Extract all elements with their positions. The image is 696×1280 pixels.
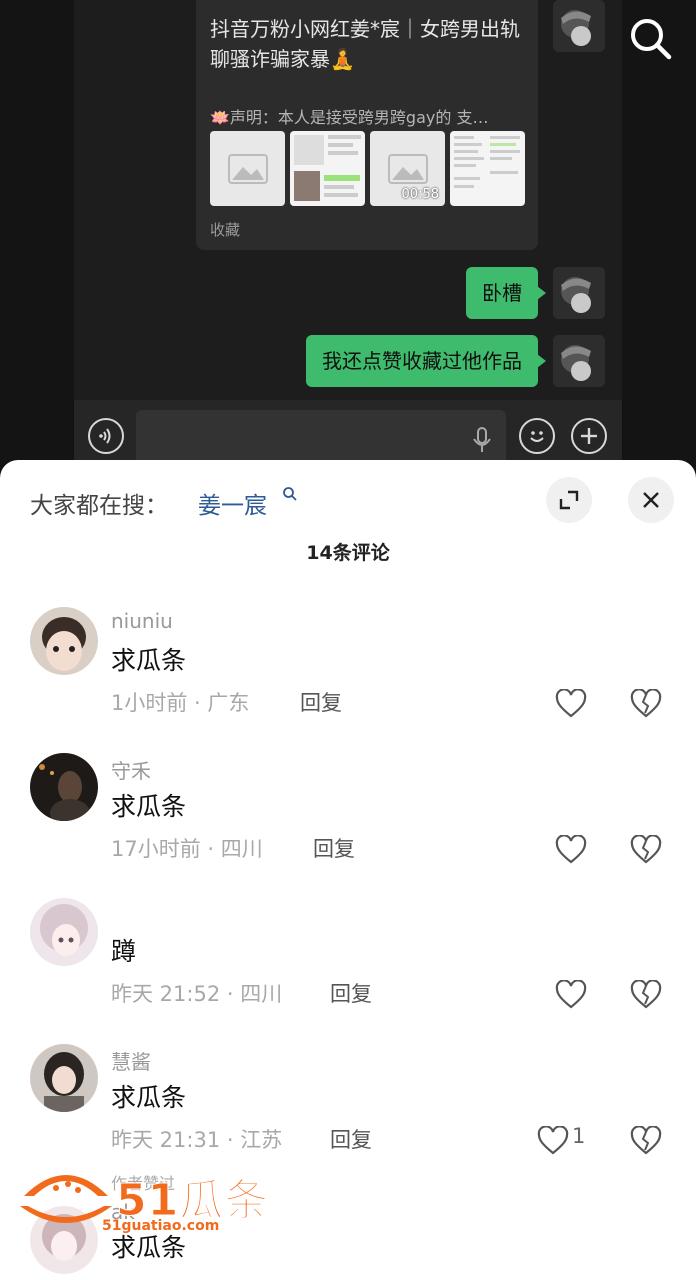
comment-text: 求瓜条 <box>111 792 187 821</box>
comment-location: 四川 <box>220 837 263 861</box>
trending-search-label: 大家都在搜： <box>30 493 168 519</box>
reply-button[interactable]: 回复 <box>330 1124 372 1154</box>
emoji-icon[interactable] <box>519 418 555 454</box>
comment-location: 江苏 <box>240 1128 283 1152</box>
like-icon[interactable] <box>555 689 587 719</box>
like-icon[interactable] <box>555 835 587 865</box>
dislike-icon[interactable] <box>630 1126 662 1156</box>
like-icon[interactable] <box>537 1126 569 1156</box>
sender-avatar[interactable] <box>553 335 605 387</box>
comment-username[interactable]: 慧酱 <box>111 1046 151 1075</box>
screenshot-thumbnail[interactable] <box>450 131 525 206</box>
share-card-title: 抖音万粉小网红姜*宸｜女跨男出轨聊骚诈骗家暴🧘 <box>210 17 520 71</box>
comment-time: 昨天 21:52 <box>111 982 221 1006</box>
dislike-icon[interactable] <box>630 835 662 865</box>
like-count: 1 <box>572 1124 586 1148</box>
search-icon[interactable] <box>282 486 298 502</box>
comment-username[interactable]: niuniu <box>111 609 173 633</box>
screenshot-thumbnail[interactable] <box>290 131 365 206</box>
image-placeholder-icon[interactable] <box>210 131 285 206</box>
avatar[interactable] <box>30 898 98 966</box>
share-card-description: 🪷声明：本人是接受跨男跨gay的 支… <box>210 108 489 127</box>
like-icon[interactable] <box>555 980 587 1010</box>
comment-meta: 17小时前 · 四川 <box>111 837 263 861</box>
expand-icon[interactable] <box>546 477 592 523</box>
chat-message-bubble[interactable]: 卧槽 <box>466 267 546 319</box>
avatar[interactable] <box>30 607 98 675</box>
comment-text: 求瓜条 <box>111 646 187 675</box>
voice-mode-icon[interactable] <box>88 418 124 454</box>
comment-meta: 昨天 21:31 · 江苏 <box>111 1128 283 1152</box>
comment-username[interactable]: 守禾 <box>111 755 151 784</box>
chat-background: 抖音万粉小网红姜*宸｜女跨男出轨聊骚诈骗家暴🧘 🪷声明：本人是接受跨男跨gay的… <box>0 0 696 470</box>
watermark-url: 51guatiao.com <box>102 1218 220 1234</box>
reply-button[interactable]: 回复 <box>300 687 342 717</box>
comment-meta: 昨天 21:52 · 四川 <box>111 982 283 1006</box>
share-card-thumbnails: 00:58 <box>210 131 525 206</box>
add-more-icon[interactable] <box>571 418 607 454</box>
comment-item: niuniu 求瓜条 1小时前 · 广东 回复 <box>0 607 696 752</box>
reply-button[interactable]: 回复 <box>330 978 372 1008</box>
dislike-icon[interactable] <box>630 689 662 719</box>
comment-location: 广东 <box>207 691 250 715</box>
avatar[interactable] <box>30 753 98 821</box>
site-watermark: 51瓜条 51guatiao.com <box>20 1160 290 1240</box>
microphone-icon[interactable] <box>472 427 492 453</box>
comment-item: 守禾 求瓜条 17小时前 · 四川 回复 <box>0 753 696 898</box>
comment-time: 17小时前 <box>111 837 201 861</box>
comment-text: 蹲 <box>111 937 137 966</box>
search-icon[interactable] <box>628 16 674 62</box>
comment-time: 昨天 21:31 <box>111 1128 221 1152</box>
avatar[interactable] <box>30 1044 98 1112</box>
comment-meta: 1小时前 · 广东 <box>111 691 250 715</box>
comment-count: 14条评论 <box>306 542 390 564</box>
reply-button[interactable]: 回复 <box>313 833 355 863</box>
video-thumbnail[interactable]: 00:58 <box>370 131 445 206</box>
shared-collection-card[interactable]: 抖音万粉小网红姜*宸｜女跨男出轨聊骚诈骗家暴🧘 🪷声明：本人是接受跨男跨gay的… <box>196 0 538 250</box>
chat-message-bubble[interactable]: 我还点赞收藏过他作品 <box>306 335 546 387</box>
comment-time: 1小时前 <box>111 691 188 715</box>
dislike-icon[interactable] <box>630 980 662 1010</box>
close-icon[interactable] <box>628 477 674 523</box>
video-duration: 00:58 <box>401 187 439 202</box>
comment-sheet: 大家都在搜： 姜一宸 14条评论 niuniu 求瓜条 1小时前 · 广东 回复… <box>0 460 696 1280</box>
watermelon-logo-icon <box>20 1175 112 1223</box>
comment-text: 求瓜条 <box>111 1083 187 1112</box>
message-input[interactable] <box>136 410 506 466</box>
comment-item: 蹲 昨天 21:52 · 四川 回复 <box>0 898 696 1043</box>
sender-avatar[interactable] <box>553 267 605 319</box>
sender-avatar[interactable] <box>553 0 605 52</box>
comment-location: 四川 <box>240 982 283 1006</box>
share-card-footer: 收藏 <box>210 221 241 239</box>
trending-search-term[interactable]: 姜一宸 <box>198 486 267 520</box>
